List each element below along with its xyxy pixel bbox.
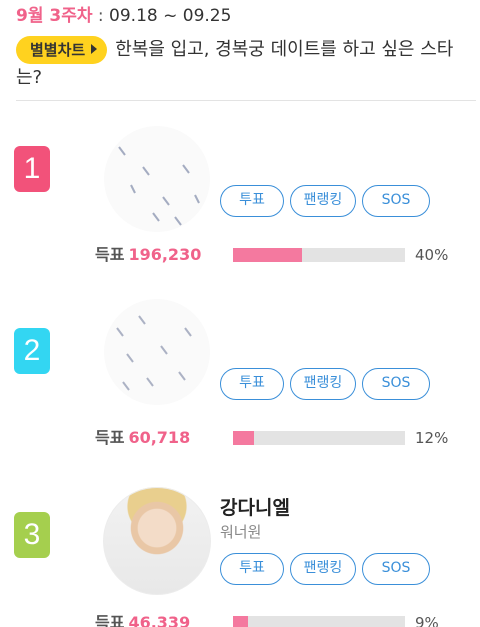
vote-row: 득표 60,718 12% — [95, 426, 465, 450]
vote-count: 46,339 — [128, 613, 191, 627]
sos-button[interactable]: SOS — [362, 185, 430, 217]
vote-prefix: 득표 — [95, 613, 125, 627]
sos-button[interactable]: SOS — [362, 368, 430, 400]
rank-item-3[interactable]: 3 강다니엘 워너원 투표 팬랭킹 SOS 득표 46,339 9% — [0, 487, 480, 627]
avatar-obscured — [103, 298, 211, 406]
vote-row: 득표 196,230 40% — [95, 243, 465, 267]
vote-label: 득표 60,718 — [95, 426, 190, 450]
avatar-obscured — [103, 125, 211, 233]
vote-label: 득표 196,230 — [95, 243, 201, 267]
vote-progress-bar — [233, 248, 405, 262]
action-buttons: 투표 팬랭킹 SOS — [220, 185, 430, 217]
rank-badge: 2 — [14, 328, 50, 374]
rank-item-2[interactable]: 2 투표 팬랭킹 SOS 득표 60,718 12% — [0, 298, 480, 458]
vote-label: 득표 46,339 — [95, 611, 190, 627]
star-group: 워너원 — [220, 523, 262, 541]
vote-progress-bar — [233, 431, 405, 445]
vote-prefix: 득표 — [95, 428, 125, 447]
caret-right-icon — [91, 44, 98, 54]
vote-progress-fill — [233, 616, 249, 627]
vote-row: 득표 46,339 9% — [95, 611, 465, 627]
scribble-overlay-icon — [104, 126, 210, 232]
action-buttons: 투표 팬랭킹 SOS — [220, 553, 430, 585]
fan-ranking-button[interactable]: 팬랭킹 — [290, 185, 356, 217]
action-buttons: 투표 팬랭킹 SOS — [220, 368, 430, 400]
scribble-overlay-icon — [104, 299, 210, 405]
vote-button[interactable]: 투표 — [220, 368, 284, 400]
vote-percent: 9% — [415, 614, 439, 627]
vote-count: 196,230 — [128, 245, 202, 264]
rank-badge: 1 — [14, 146, 50, 192]
divider — [16, 100, 476, 101]
week-separator: : — [92, 6, 110, 26]
chart-header: 9월 3주차 : 09.18 ~ 09.25 별별차트 한복을 입고, 경복궁 데… — [16, 4, 472, 92]
star-chart-badge[interactable]: 별별차트 — [16, 36, 108, 64]
question-block: 별별차트 한복을 입고, 경복궁 데이트를 하고 싶은 스타는? — [16, 36, 472, 92]
vote-count: 60,718 — [128, 428, 191, 447]
vote-percent: 40% — [415, 246, 449, 264]
vote-progress-bar — [233, 616, 405, 627]
vote-prefix: 득표 — [95, 245, 125, 264]
vote-progress-fill — [233, 248, 302, 262]
fan-ranking-button[interactable]: 팬랭킹 — [290, 368, 356, 400]
badge-label: 별별차트 — [30, 41, 86, 59]
rank-badge: 3 — [14, 512, 50, 558]
vote-button[interactable]: 투표 — [220, 185, 284, 217]
rank-item-1[interactable]: 1 투표 팬랭킹 SOS 득표 196,230 40% — [0, 125, 480, 285]
vote-progress-fill — [233, 431, 254, 445]
avatar — [103, 487, 211, 595]
star-name: 강다니엘 — [220, 497, 290, 519]
week-line: 9월 3주차 : 09.18 ~ 09.25 — [16, 4, 472, 28]
week-label: 9월 3주차 — [16, 6, 93, 26]
fan-ranking-button[interactable]: 팬랭킹 — [290, 553, 356, 585]
vote-button[interactable]: 투표 — [220, 553, 284, 585]
week-range: 09.18 ~ 09.25 — [109, 6, 232, 26]
vote-percent: 12% — [415, 429, 449, 447]
sos-button[interactable]: SOS — [362, 553, 430, 585]
